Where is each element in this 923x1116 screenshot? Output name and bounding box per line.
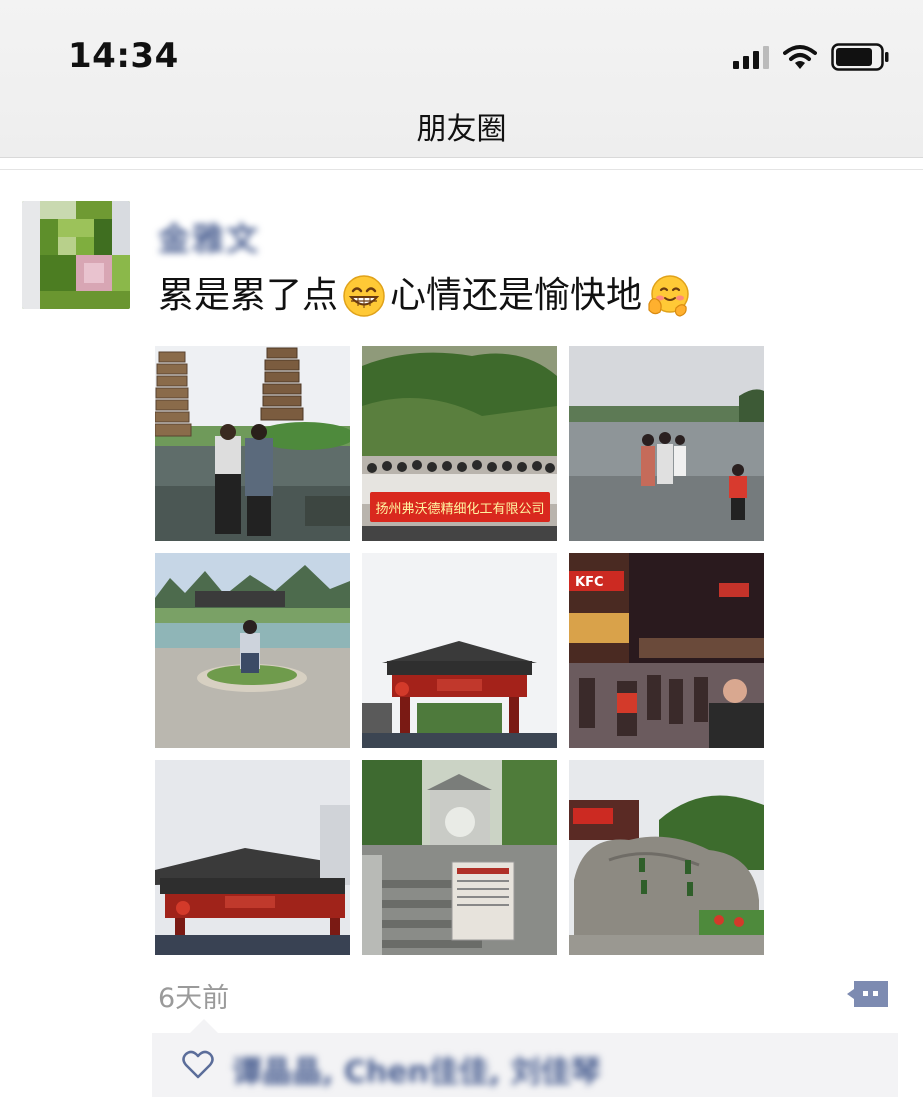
photo-red-gate[interactable] — [362, 553, 557, 748]
wifi-icon — [783, 45, 817, 69]
avatar[interactable] — [22, 201, 130, 309]
photo-grid: 扬州弗沃德精细化工有限公司 KFC — [155, 346, 764, 955]
banner-text: 扬州弗沃德精细化工有限公司 — [375, 502, 544, 517]
photo-twin-pagodas[interactable] — [155, 346, 350, 541]
author-name[interactable]: 金雅文 — [158, 214, 260, 260]
status-time: 14:34 — [68, 36, 179, 76]
photo-stone-pavilion[interactable] — [362, 760, 557, 955]
nav-header: 14:34 朋友圈 — [0, 0, 923, 158]
signal-icon — [733, 46, 769, 69]
post-text-part1: 累是累了点 — [158, 275, 339, 316]
kfc-sign-text: KFC — [575, 575, 604, 590]
post-text-part2: 心情还是愉快地 — [390, 275, 643, 316]
hugging-face-icon — [648, 275, 689, 317]
likes-panel: 谭晶晶, Chen佳佳, 刘佳琴 — [152, 1019, 898, 1097]
photo-group-banner[interactable]: 扬州弗沃德精细化工有限公司 — [362, 346, 557, 541]
photo-carved-rock[interactable] — [569, 760, 764, 955]
page-title: 朋友圈 — [416, 112, 507, 147]
grinning-face-icon — [343, 275, 385, 317]
comment-icon[interactable] — [846, 977, 890, 1009]
status-icons — [733, 40, 889, 74]
divider — [0, 169, 923, 170]
photo-karst-plaza[interactable] — [155, 553, 350, 748]
battery-icon — [831, 43, 889, 71]
heart-icon — [182, 1050, 214, 1079]
post-text: 累是累了点 心情还是愉快地 — [158, 274, 694, 318]
liker-names[interactable]: 谭晶晶, Chen佳佳, 刘佳琴 — [232, 1047, 601, 1091]
avatar-image — [22, 201, 130, 309]
photo-river-wading[interactable] — [569, 346, 764, 541]
post-time-ago: 6天前 — [158, 983, 230, 1014]
photo-red-gate-2[interactable] — [155, 760, 350, 955]
photo-night-street[interactable]: KFC — [569, 553, 764, 748]
